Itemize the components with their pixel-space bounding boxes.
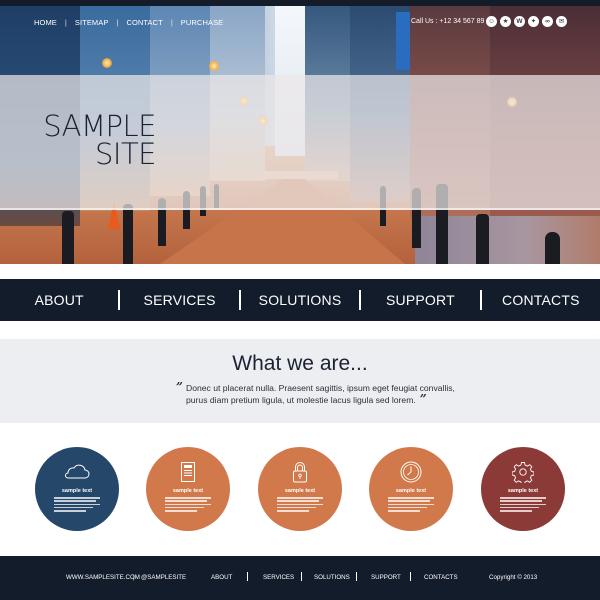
footer-link-support[interactable]: SUPPORT bbox=[371, 574, 401, 581]
about-quote: ” Donec ut placerat nulla. Praesent sagi… bbox=[176, 380, 466, 406]
footer-link-solutions[interactable]: SOLUTIONS bbox=[314, 574, 350, 581]
nav-support[interactable]: SUPPORT bbox=[361, 292, 479, 308]
feature-title: sample text bbox=[61, 488, 93, 494]
nav-solutions[interactable]: SOLUTIONS bbox=[241, 292, 359, 308]
top-link-contact[interactable]: CONTACT bbox=[126, 18, 162, 27]
feature-title: sample text bbox=[172, 488, 204, 494]
footer-link-about[interactable]: ABOUT bbox=[211, 574, 232, 581]
feature-title: sample text bbox=[507, 488, 539, 494]
quote-text: Donec ut placerat nulla. Praesent sagitt… bbox=[176, 383, 466, 406]
feature-document[interactable]: sample text bbox=[146, 447, 230, 531]
top-link-sitemap[interactable]: SITEMAP bbox=[75, 18, 109, 27]
share-icon[interactable]: ✦ bbox=[528, 16, 539, 27]
feature-cloud[interactable]: sample text bbox=[35, 447, 119, 531]
call-us-text: Call Us : +12 34 567 89 bbox=[411, 18, 485, 25]
footer: WWW.SAMPLESITE.COM | @SAMPLESITE ABOUT S… bbox=[0, 556, 600, 600]
feature-text bbox=[500, 497, 546, 513]
mail-icon[interactable]: ✉ bbox=[556, 16, 567, 27]
top-link-home[interactable]: HOME bbox=[34, 18, 57, 27]
cloud-icon bbox=[63, 461, 91, 483]
quote-body: Donec ut placerat nulla. Praesent sagitt… bbox=[186, 383, 455, 405]
footer-divider bbox=[301, 572, 302, 581]
separator: | bbox=[64, 18, 67, 27]
footer-divider bbox=[356, 572, 357, 581]
footer-divider bbox=[410, 572, 411, 581]
star-icon[interactable]: ★ bbox=[500, 16, 511, 27]
footer-copyright: Copyright © 2013 bbox=[489, 574, 538, 581]
footer-handle-link[interactable]: @SAMPLESITE bbox=[141, 574, 186, 581]
nav-services[interactable]: SERVICES bbox=[120, 292, 238, 308]
site-title-line1: SAMPLE bbox=[43, 109, 156, 143]
street-lamp bbox=[209, 61, 219, 71]
feature-title: sample text bbox=[395, 488, 427, 494]
about-title: What we are... bbox=[232, 352, 368, 375]
feature-clock[interactable]: sample text bbox=[369, 447, 453, 531]
bollard bbox=[62, 211, 74, 264]
wordpress-icon[interactable]: W bbox=[514, 16, 525, 27]
footer-link-contacts[interactable]: CONTACTS bbox=[424, 574, 458, 581]
feature-text bbox=[54, 497, 100, 513]
footer-separator: | bbox=[133, 574, 135, 581]
footer-link-services[interactable]: SERVICES bbox=[263, 574, 294, 581]
document-icon bbox=[181, 461, 195, 483]
user-icon[interactable]: ☺ bbox=[486, 16, 497, 27]
quote-open-icon: ” bbox=[176, 380, 183, 394]
footer-divider bbox=[247, 572, 248, 581]
bollard bbox=[545, 232, 560, 264]
street-lamp bbox=[102, 58, 112, 68]
hero-sign bbox=[396, 12, 410, 70]
site-title-line2: SITE bbox=[95, 137, 157, 171]
feature-text bbox=[277, 497, 323, 513]
separator: | bbox=[170, 18, 173, 27]
lock-icon bbox=[292, 461, 308, 483]
footer-website-link[interactable]: WWW.SAMPLESITE.COM bbox=[66, 574, 140, 581]
bollard bbox=[123, 204, 133, 264]
main-nav: ABOUT SERVICES SOLUTIONS SUPPORT CONTACT… bbox=[0, 279, 600, 321]
gear-icon bbox=[512, 461, 534, 483]
feature-gear[interactable]: sample text bbox=[481, 447, 565, 531]
flickr-icon[interactable]: ∞ bbox=[542, 16, 553, 27]
feature-text bbox=[388, 497, 434, 513]
feature-title: sample text bbox=[284, 488, 316, 494]
nav-contacts[interactable]: CONTACTS bbox=[482, 292, 600, 308]
nav-about[interactable]: ABOUT bbox=[0, 292, 118, 308]
bollard bbox=[476, 214, 489, 264]
top-link-purchase[interactable]: PURCHASE bbox=[181, 18, 223, 27]
top-links: HOME | SITEMAP | CONTACT | PURCHASE bbox=[34, 18, 223, 27]
separator: | bbox=[116, 18, 119, 27]
site-title: SAMPLE SITE bbox=[42, 109, 157, 171]
feature-lock[interactable]: sample text bbox=[258, 447, 342, 531]
clock-icon bbox=[400, 461, 422, 483]
social-icons: ☺ ★ W ✦ ∞ ✉ bbox=[486, 16, 567, 27]
quote-close-icon: ” bbox=[419, 392, 427, 406]
feature-text bbox=[165, 497, 211, 513]
